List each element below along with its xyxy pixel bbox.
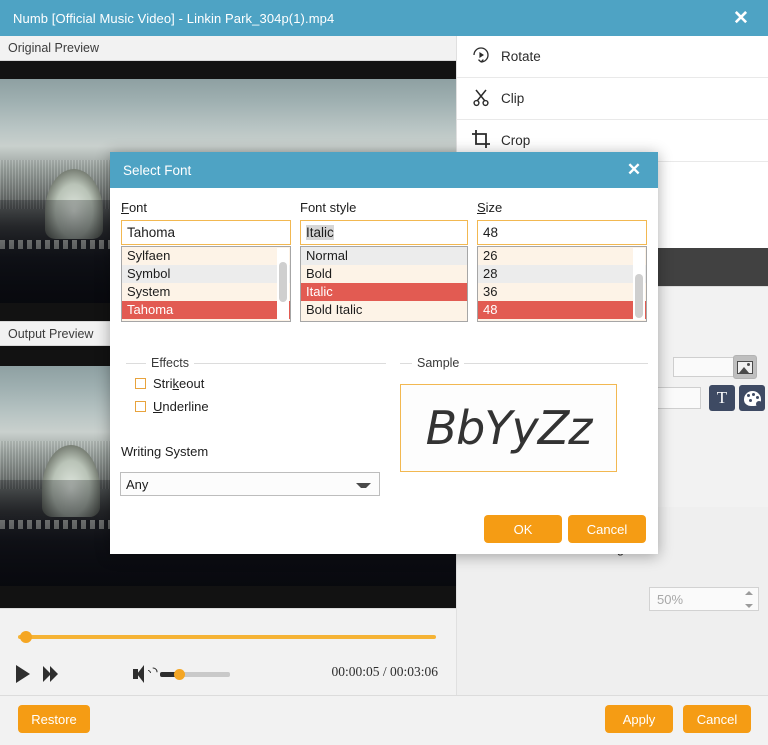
scrollbar-thumb[interactable] bbox=[635, 274, 643, 318]
list-item[interactable]: Symbol bbox=[122, 265, 290, 283]
dialog-title-bar: Select Font ✕ bbox=[110, 152, 658, 188]
list-item[interactable]: 26 bbox=[478, 247, 646, 265]
menu-item-label: Crop bbox=[501, 133, 531, 148]
menu-item-clip[interactable]: Clip bbox=[457, 78, 768, 120]
strikeout-post: eout bbox=[179, 376, 205, 391]
text-value-field[interactable] bbox=[653, 387, 701, 409]
volume-rest bbox=[178, 672, 230, 677]
font-style-input[interactable]: Italic bbox=[300, 220, 468, 245]
spinner-arrows-icon[interactable] bbox=[738, 591, 753, 608]
original-preview-label: Original Preview bbox=[0, 36, 456, 61]
underline-label: Underline bbox=[153, 399, 209, 414]
menu-item-rotate[interactable]: Rotate bbox=[457, 36, 768, 78]
volume-slider[interactable] bbox=[160, 669, 230, 680]
underline-checkbox[interactable]: Underline bbox=[135, 399, 209, 414]
font-style-input-value: Italic bbox=[306, 225, 334, 240]
opacity-stepper[interactable]: 50% bbox=[649, 587, 759, 611]
crop-icon bbox=[471, 129, 501, 153]
window-title: Numb [Official Music Video] - Linkin Par… bbox=[13, 10, 335, 26]
color-palette-icon[interactable] bbox=[739, 385, 765, 411]
apply-button[interactable]: Apply bbox=[605, 705, 673, 733]
list-item[interactable]: Sylfaen bbox=[122, 247, 290, 265]
checkbox-box[interactable] bbox=[135, 401, 146, 412]
seek-slider[interactable] bbox=[18, 631, 436, 643]
volume-thumb[interactable] bbox=[174, 669, 185, 680]
writing-system-value: Any bbox=[126, 476, 149, 492]
checkbox-box[interactable] bbox=[135, 378, 146, 389]
list-item-selected[interactable]: Tahoma bbox=[122, 301, 290, 319]
writing-system-select[interactable]: Any bbox=[120, 472, 380, 496]
chevron-down-icon bbox=[356, 483, 371, 488]
menu-item-label: Clip bbox=[501, 91, 525, 106]
restore-button[interactable]: Restore bbox=[18, 705, 90, 733]
underline-post: nderline bbox=[162, 399, 209, 414]
strikeout-label: Strikeout bbox=[153, 376, 204, 391]
time-display: 00:00:05 / 00:03:06 bbox=[331, 664, 438, 679]
transport-controls: 00:00:05 / 00:03:06 bbox=[0, 659, 456, 689]
underline-mnemonic: U bbox=[153, 399, 163, 414]
list-item-selected[interactable]: Italic bbox=[301, 283, 467, 301]
font-list[interactable]: Sylfaen Symbol System Tahoma bbox=[121, 246, 291, 322]
seek-track bbox=[18, 635, 436, 639]
font-style-label: Font style bbox=[300, 200, 357, 215]
playback-bar: 00:00:05 / 00:03:06 bbox=[0, 608, 456, 695]
size-label-mnemonic: S bbox=[477, 200, 486, 215]
sample-preview: BbYyZz bbox=[400, 384, 617, 472]
opacity-value: 50% bbox=[657, 591, 684, 607]
list-item-selected[interactable]: 48 bbox=[478, 301, 646, 319]
window-title-bar: Numb [Official Music Video] - Linkin Par… bbox=[0, 0, 768, 36]
close-icon[interactable]: ✕ bbox=[714, 0, 768, 36]
list-item[interactable]: Bold bbox=[301, 265, 467, 283]
list-item[interactable]: 36 bbox=[478, 283, 646, 301]
sample-text: BbYyZz bbox=[425, 401, 593, 455]
list-item[interactable]: Normal bbox=[301, 247, 467, 265]
image-picker-icon[interactable] bbox=[733, 355, 757, 379]
fast-forward-icon[interactable] bbox=[43, 666, 61, 682]
ok-button[interactable]: OK bbox=[484, 515, 562, 543]
writing-system-label: Writing System bbox=[121, 444, 209, 459]
rotate-icon bbox=[471, 45, 501, 69]
video-editor-window: Numb [Official Music Video] - Linkin Par… bbox=[0, 0, 768, 745]
font-input-value: Tahoma bbox=[127, 225, 176, 240]
font-list-scrollbar[interactable] bbox=[277, 248, 289, 320]
size-list[interactable]: 26 28 36 48 bbox=[477, 246, 647, 322]
close-icon[interactable]: ✕ bbox=[610, 152, 658, 188]
strikeout-pre: Stri bbox=[153, 376, 173, 391]
font-label-mnemonic: F bbox=[121, 200, 129, 215]
play-icon[interactable] bbox=[16, 665, 30, 683]
text-tool-label: T bbox=[716, 388, 728, 407]
footer-cancel-button[interactable]: Cancel bbox=[683, 705, 751, 733]
list-item[interactable]: Bold Italic bbox=[301, 301, 467, 319]
text-tool-icon[interactable]: T bbox=[709, 385, 735, 411]
scrollbar-thumb[interactable] bbox=[279, 262, 287, 302]
size-label: Size bbox=[477, 200, 502, 215]
volume-icon[interactable] bbox=[133, 665, 160, 683]
font-style-list[interactable]: Normal Bold Italic Bold Italic bbox=[300, 246, 468, 322]
size-list-scrollbar[interactable] bbox=[633, 248, 645, 320]
strikeout-checkbox[interactable]: Strikeout bbox=[135, 376, 204, 391]
font-label: Font bbox=[121, 200, 147, 215]
font-label-rest: ont bbox=[128, 200, 148, 215]
sample-group-label: Sample bbox=[412, 356, 465, 370]
effects-group-label: Effects bbox=[146, 356, 194, 370]
menu-item-label: Rotate bbox=[501, 49, 541, 64]
size-label-rest: ize bbox=[485, 200, 503, 215]
list-item[interactable]: System bbox=[122, 283, 290, 301]
dialog-title: Select Font bbox=[123, 162, 192, 178]
size-input-value: 48 bbox=[483, 225, 499, 240]
scissors-icon bbox=[471, 87, 501, 111]
list-item[interactable]: 28 bbox=[478, 265, 646, 283]
font-input[interactable]: Tahoma bbox=[121, 220, 291, 245]
size-input[interactable]: 48 bbox=[477, 220, 647, 245]
dialog-cancel-button[interactable]: Cancel bbox=[568, 515, 646, 543]
seek-thumb[interactable] bbox=[20, 631, 32, 643]
